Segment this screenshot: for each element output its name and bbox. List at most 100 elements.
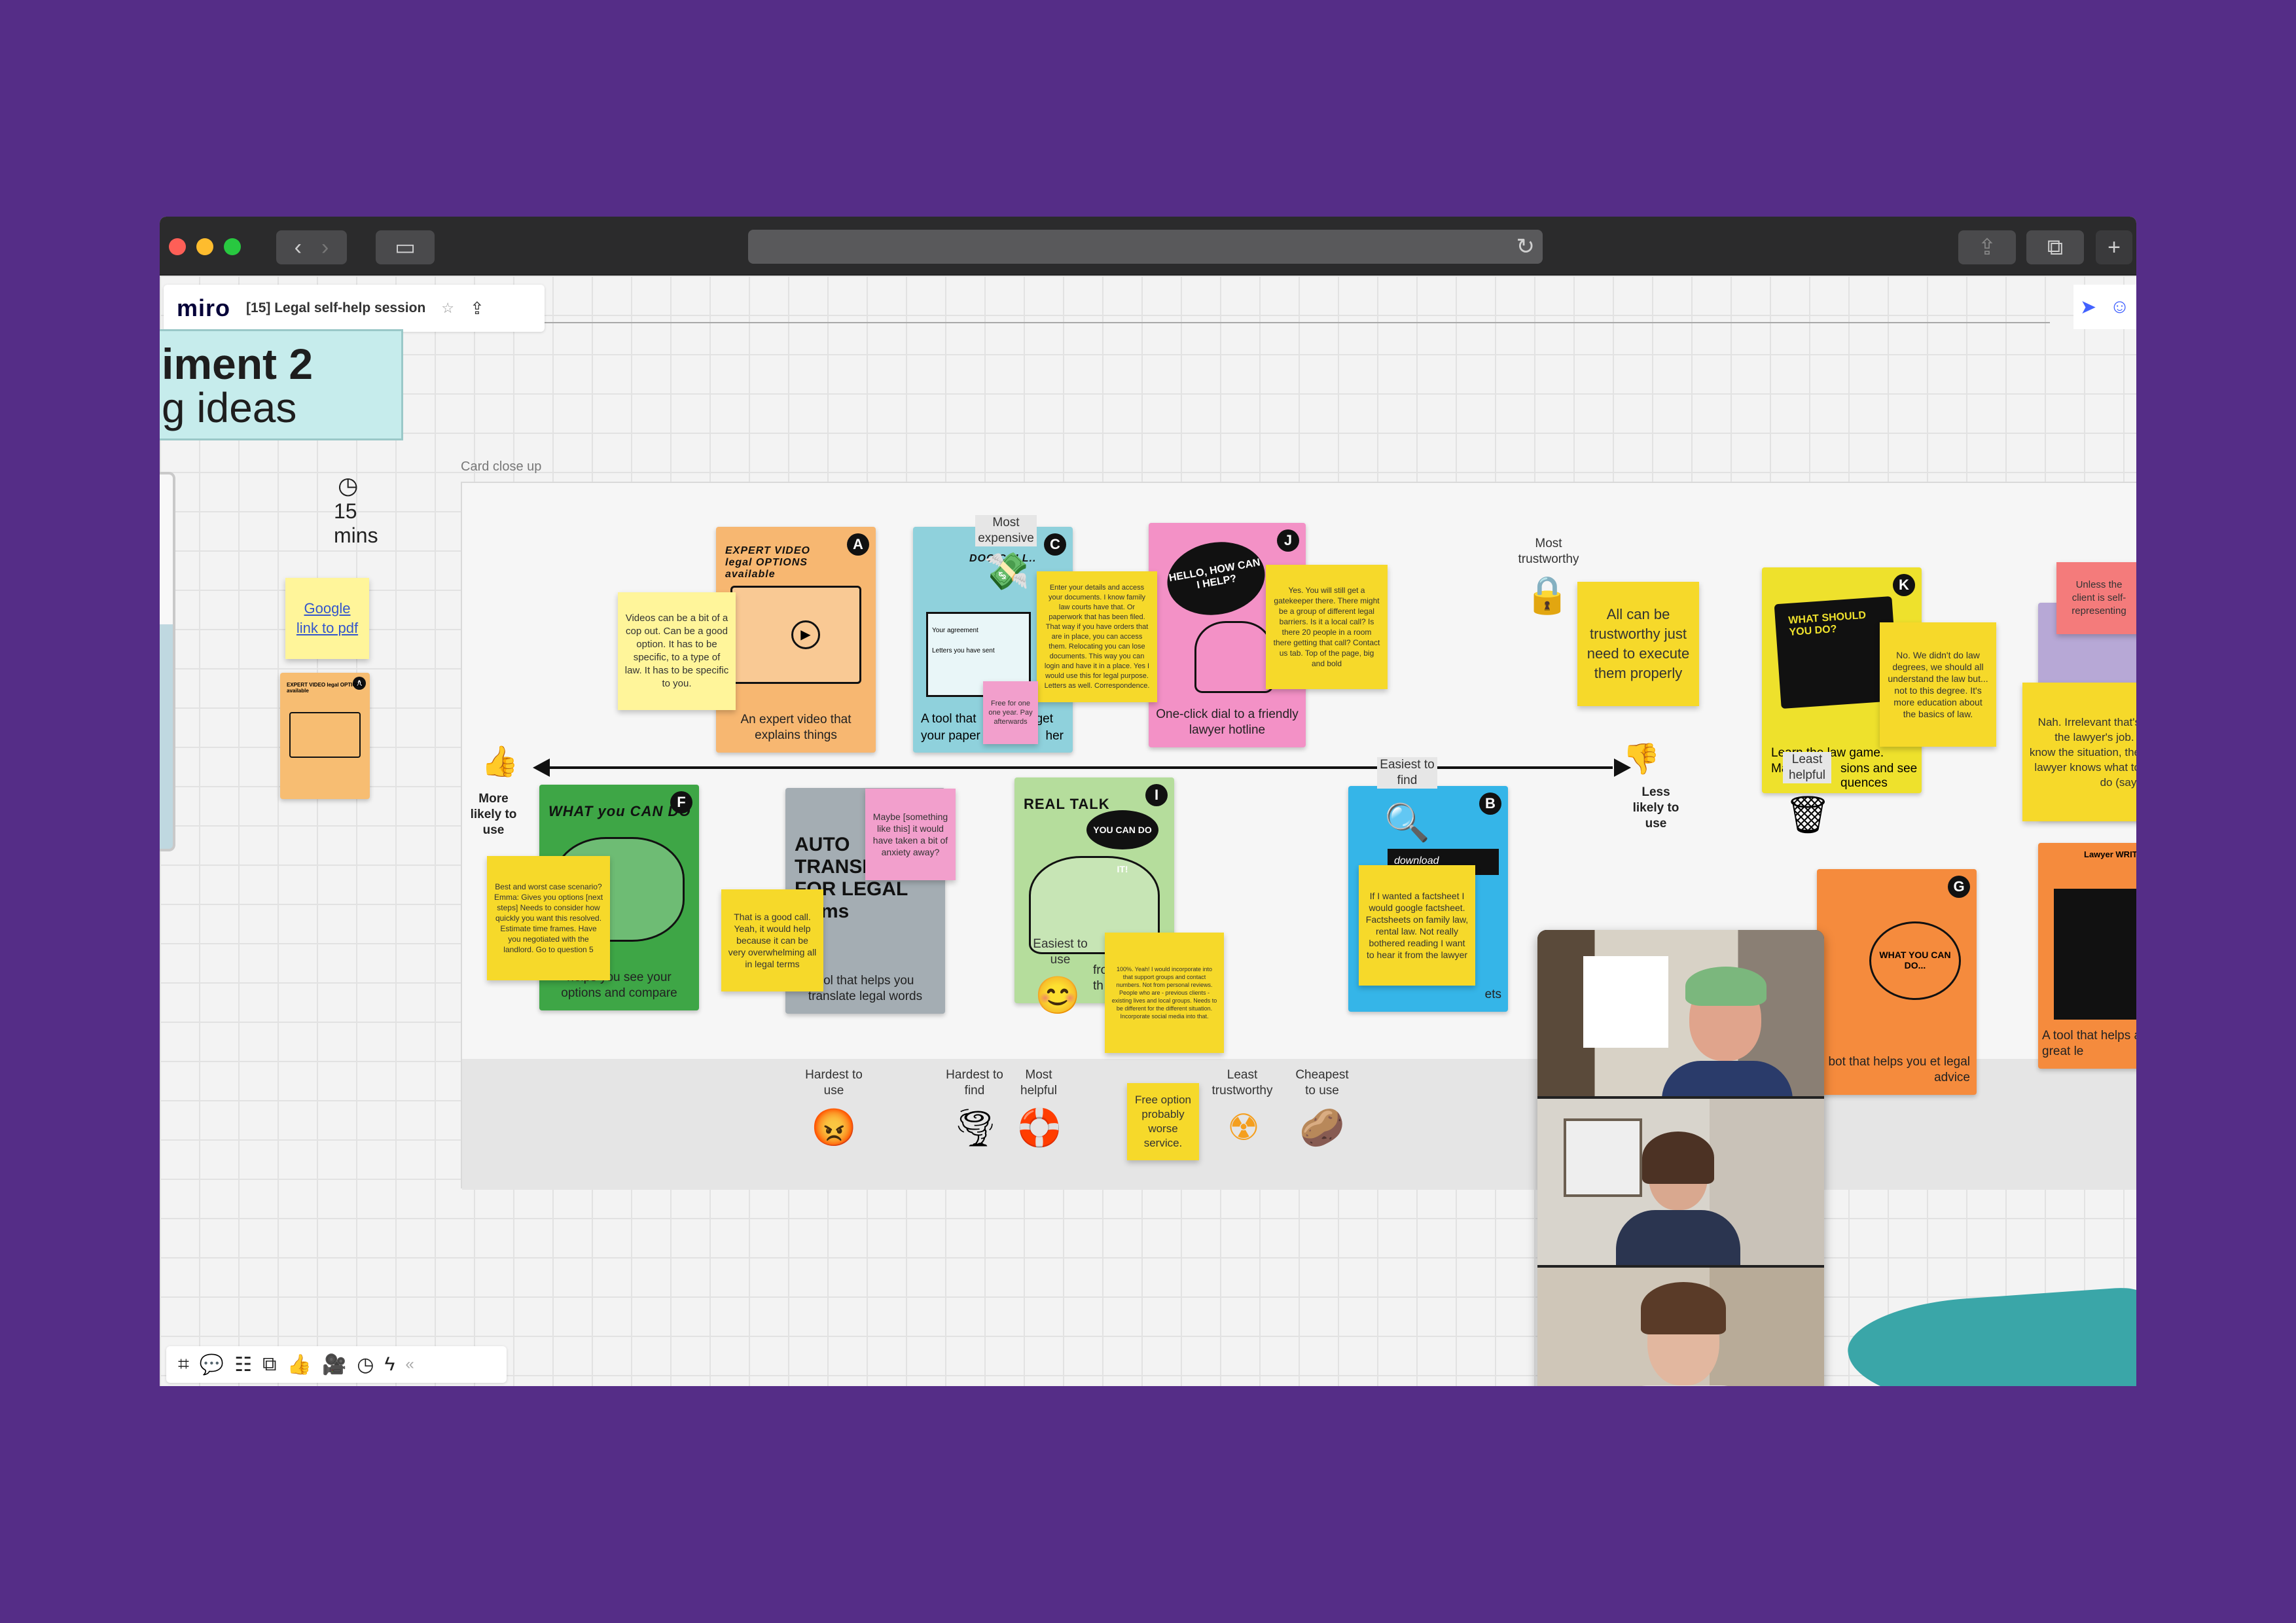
minimize-window-button[interactable] bbox=[196, 238, 213, 255]
hardest-to-use-label: Hardest to use bbox=[805, 1068, 863, 1097]
water-glass-image bbox=[160, 472, 175, 851]
timer-unit: mins bbox=[334, 524, 378, 547]
card-caption-left: A tool that bbox=[921, 712, 977, 726]
section-title-line1: iment 2 bbox=[162, 340, 314, 388]
card-heading: WHAT YOU CAN DO... bbox=[1869, 921, 1961, 1000]
smile-icon: 😊 bbox=[1035, 974, 1081, 1016]
like-icon[interactable]: 👍 bbox=[287, 1353, 312, 1376]
most-trustworthy-label: Most trustworthy bbox=[1518, 537, 1579, 566]
frame-icon[interactable]: ⌗ bbox=[178, 1353, 189, 1376]
participant-hair bbox=[1685, 967, 1767, 1006]
video-call-panel[interactable] bbox=[1537, 930, 1824, 1386]
collapse-icon[interactable]: « bbox=[405, 1355, 414, 1374]
participant-video-2[interactable] bbox=[1537, 1099, 1824, 1265]
note-self-representing[interactable]: Unless the client is self-representing bbox=[2056, 562, 2136, 634]
board-title[interactable]: [15] Legal self-help session bbox=[246, 300, 425, 316]
address-bar[interactable]: ↻ bbox=[748, 230, 1543, 264]
card-heading: EXPERT VIDEO legal OPTIONS available bbox=[725, 545, 810, 580]
axis-arrow-left bbox=[533, 758, 550, 777]
note-video-feedback[interactable]: Videos can be a bit of a cop out. Can be… bbox=[618, 592, 736, 710]
participant-shirt bbox=[1662, 1061, 1793, 1096]
maximize-window-button[interactable] bbox=[224, 238, 241, 255]
section-title-card[interactable]: iment 2 g ideas bbox=[160, 329, 403, 440]
magnifier-icon: 🔍 bbox=[1384, 802, 1430, 843]
card-writer[interactable]: Lawyer WRITER A tool that helps a great … bbox=[2038, 843, 2136, 1069]
potato-icon: 🥔 bbox=[1299, 1107, 1345, 1148]
card-letter-badge: K bbox=[1893, 574, 1915, 596]
cursor-icon[interactable]: ➤ bbox=[2080, 296, 2096, 319]
card-caption-right2: her bbox=[1045, 729, 1064, 743]
sidebar-icon[interactable]: ▭ bbox=[376, 230, 435, 264]
note-hotline-feedback[interactable]: Yes. You will still get a gatekeeper the… bbox=[1266, 565, 1388, 689]
note-best-worst-case[interactable]: Best and worst case scenario? Emma: Give… bbox=[487, 856, 610, 980]
window-background bbox=[1583, 956, 1668, 1048]
share-icon[interactable]: ⇪ bbox=[1958, 230, 2016, 264]
timer-widget[interactable]: ◷ 15 mins bbox=[334, 472, 399, 548]
star-icon[interactable]: ☆ bbox=[441, 300, 454, 317]
reload-icon[interactable]: ↻ bbox=[1516, 234, 1535, 260]
participant-hair bbox=[1641, 1282, 1726, 1334]
angry-icon: 😡 bbox=[811, 1107, 857, 1148]
card-caption-c: sions and see bbox=[1840, 762, 1918, 776]
right-toolbar: ➤ ☺ bbox=[2073, 285, 2136, 329]
divider bbox=[545, 322, 2050, 323]
form-field-1: Your agreement bbox=[932, 627, 978, 634]
note-maybe-anxiety[interactable]: Maybe [something like this] it would hav… bbox=[865, 789, 956, 880]
frame-label: Card close up bbox=[461, 459, 542, 474]
back-icon[interactable]: ‹ bbox=[295, 235, 302, 260]
easiest-to-find-label: Easiest to find bbox=[1377, 757, 1437, 789]
back-forward-group: ‹ › bbox=[276, 230, 347, 264]
note-law-degree[interactable]: No. We didn't do law degrees, we should … bbox=[1880, 622, 1996, 747]
note-irrelevant[interactable]: Nah. Irrelevant that's the lawyer's job.… bbox=[2022, 683, 2136, 821]
apps-icon[interactable]: ☷ bbox=[234, 1353, 252, 1376]
note-free-option[interactable]: Free option probably worse service. bbox=[1127, 1083, 1199, 1160]
card-letter-badge: I bbox=[1145, 784, 1168, 806]
note-real-talk-feedback[interactable]: 100%. Yeah! I would incorporate into tha… bbox=[1105, 933, 1224, 1053]
writer-illustration bbox=[2054, 889, 2136, 1020]
share-screen-icon[interactable]: ⧉ bbox=[262, 1353, 276, 1376]
upload-icon[interactable]: ⇪ bbox=[470, 298, 484, 319]
card-letter-badge: J bbox=[1277, 529, 1299, 552]
tornado-icon: 🌪 bbox=[952, 1107, 999, 1148]
card-caption-mid: your paper bbox=[921, 729, 980, 743]
board-canvas[interactable]: miro [15] Legal self-help session ☆ ⇪ ➤ … bbox=[160, 276, 2136, 1386]
card-caption-d: quences bbox=[1840, 776, 1888, 790]
participant-shirt bbox=[1616, 1210, 1740, 1265]
bolt-icon[interactable]: ϟ bbox=[384, 1353, 395, 1376]
person-illustration bbox=[1194, 621, 1273, 693]
section-title-line2: g ideas bbox=[162, 384, 297, 431]
note-factsheet-feedback[interactable]: If I wanted a factsheet I would google f… bbox=[1359, 865, 1475, 986]
participant-video-1[interactable] bbox=[1537, 930, 1824, 1096]
browser-window: ‹ › ▭ ↻ ⇪ ⧉ + miro [15] Legal self-help s… bbox=[160, 217, 2136, 1386]
clock-icon: ◷ bbox=[338, 472, 359, 499]
note-trustworthy[interactable]: All can be trustworthy just need to exec… bbox=[1577, 582, 1699, 706]
video-icon[interactable]: 🎥 bbox=[322, 1353, 346, 1376]
speech-bubble: YOU CAN DO IT! bbox=[1086, 810, 1158, 874]
pdf-link-note[interactable]: Google link to pdf bbox=[285, 578, 369, 659]
reactions-icon[interactable]: ☺ bbox=[2109, 296, 2130, 318]
miro-logo[interactable]: miro bbox=[177, 294, 230, 322]
card-caption: ets bbox=[1484, 988, 1501, 1001]
close-window-button[interactable] bbox=[169, 238, 186, 255]
new-tab-icon[interactable]: + bbox=[2096, 230, 2132, 264]
thumbs-up-icon: 👍 bbox=[481, 744, 519, 778]
board-header: miro [15] Legal self-help session ☆ ⇪ bbox=[164, 285, 545, 332]
timer-icon[interactable]: ◷ bbox=[357, 1353, 374, 1376]
forward-icon[interactable]: › bbox=[321, 235, 329, 260]
comment-icon[interactable]: 💬 bbox=[200, 1353, 224, 1376]
note-good-call[interactable]: That is a good call. Yeah, it would help… bbox=[721, 889, 823, 991]
play-icon: ▶ bbox=[791, 620, 820, 649]
card-thumbnail-A[interactable]: A EXPERT VIDEO legal OPTIONS available bbox=[280, 673, 370, 799]
note-free-year[interactable]: Free for one one year. Pay afterwards bbox=[983, 681, 1038, 744]
most-expensive-label: Most expensive bbox=[975, 515, 1037, 546]
tabs-icon[interactable]: ⧉ bbox=[2026, 230, 2084, 264]
form-field-2: Letters you have sent bbox=[932, 647, 995, 654]
browser-titlebar: ‹ › ▭ ↻ ⇪ ⧉ + bbox=[160, 217, 2136, 276]
card-A-expert-video[interactable]: A EXPERT VIDEO legal OPTIONS available ▶… bbox=[716, 527, 876, 753]
video-illustration: ▶ bbox=[730, 586, 861, 684]
card-thumb-illustration bbox=[289, 712, 361, 758]
card-G-chatbot[interactable]: G WHAT YOU CAN DO... bot that helps you … bbox=[1817, 869, 1977, 1095]
participant-video-3[interactable] bbox=[1537, 1268, 1824, 1386]
note-docs-feedback[interactable]: Enter your details and access your docum… bbox=[1037, 571, 1157, 702]
thumbs-down-icon: 👎 bbox=[1623, 741, 1660, 776]
